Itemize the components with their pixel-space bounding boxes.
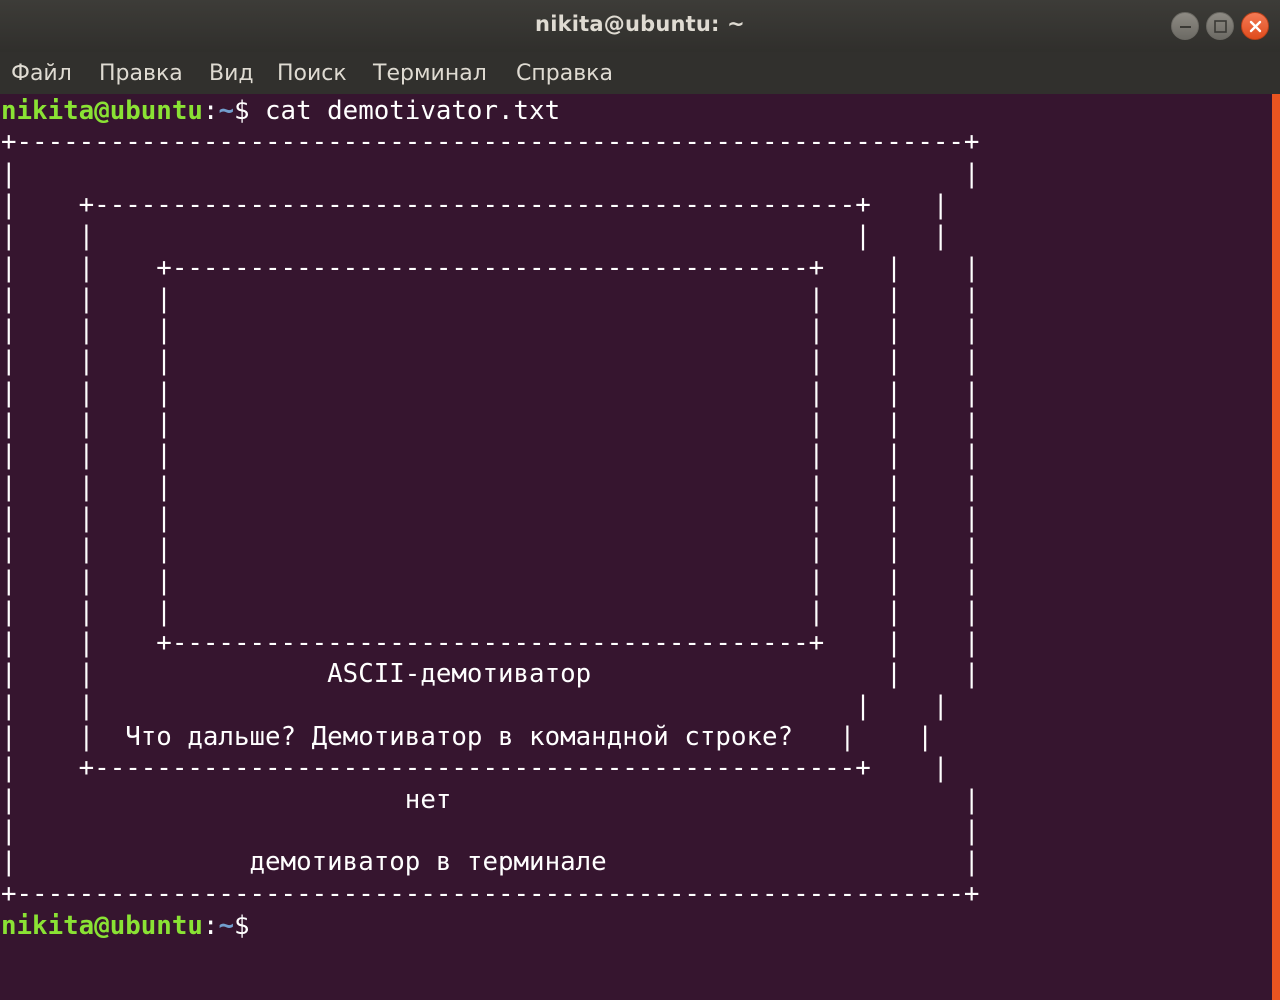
output-line: | +-------------------------------------… — [1, 189, 949, 220]
terminal-window: nikita@ubuntu: ~ Файл Правка Вид Поиск Т… — [0, 0, 1280, 1000]
output-line: +---------------------------------------… — [1, 127, 980, 158]
prompt-user: nikita@ubuntu — [1, 911, 203, 941]
output-line: | | | | | | — [1, 283, 980, 314]
output-line: | | Что дальше? Демотиватор в командной … — [1, 722, 933, 752]
output-line: | нет | — [1, 784, 980, 815]
minimize-button[interactable] — [1171, 12, 1199, 40]
menu-search[interactable]: Поиск — [277, 61, 347, 86]
prompt-colon: : — [202, 911, 219, 941]
output-line: | | | | | | — [1, 565, 980, 596]
prompt-path: ~ — [218, 911, 234, 941]
close-icon — [1249, 20, 1262, 33]
close-button[interactable] — [1241, 12, 1269, 40]
output-line: | | | | | | — [1, 315, 980, 346]
output-line: | +-------------------------------------… — [1, 753, 949, 784]
output-line: | | | | | | — [1, 596, 980, 627]
output-line: | | | | — [1, 690, 949, 721]
title-bar[interactable]: nikita@ubuntu: ~ — [0, 0, 1280, 52]
scrollbar[interactable] — [1272, 94, 1280, 1000]
output-line: +---------------------------------------… — [1, 878, 980, 909]
menu-edit[interactable]: Правка — [99, 61, 183, 86]
output-line: | | +-----------------------------------… — [1, 628, 980, 659]
menu-bar: Файл Правка Вид Поиск Терминал Справка — [0, 52, 1280, 94]
output-line: | | | | | | — [1, 377, 980, 408]
output-line: | | | | | | — [1, 471, 980, 502]
output-line: | | | | | | — [1, 534, 980, 565]
menu-file[interactable]: Файл — [11, 61, 72, 86]
minimize-icon — [1180, 26, 1191, 28]
prompt-user: nikita@ubuntu — [1, 96, 203, 126]
output-line: | | ASCII-демотиватор | | — [1, 659, 980, 690]
output-line: | | | | | | — [1, 440, 980, 471]
window-title: nikita@ubuntu: ~ — [535, 12, 745, 36]
output-line: | | | | — [1, 221, 949, 252]
prompt-colon: : — [202, 96, 219, 126]
prompt-path: ~ — [218, 96, 234, 126]
terminal-area[interactable]: nikita@ubuntu:~$ cat demotivator.txt +--… — [0, 94, 1272, 1000]
output-line: | | — [1, 815, 980, 846]
final-prompt-line: nikita@ubuntu:~$ — [1, 911, 250, 942]
prompt-dollar: $ — [233, 96, 250, 126]
output-line: | | | | | | — [1, 409, 980, 439]
output-line: | | | | | | — [1, 346, 980, 377]
menu-view[interactable]: Вид — [209, 61, 254, 86]
output-line: | | — [1, 158, 980, 189]
maximize-button[interactable] — [1206, 12, 1234, 40]
output-line: | | +-----------------------------------… — [1, 252, 980, 283]
command-text: cat demotivator.txt — [249, 96, 561, 126]
menu-help[interactable]: Справка — [516, 61, 613, 86]
output-line: | демотиватор в терминале | — [1, 847, 980, 878]
output-line: | | | | | | — [1, 502, 980, 533]
command-line: nikita@ubuntu:~$ cat demotivator.txt — [1, 96, 560, 127]
prompt-dollar: $ — [233, 911, 250, 941]
menu-terminal[interactable]: Терминал — [373, 61, 487, 86]
maximize-icon — [1214, 20, 1227, 33]
